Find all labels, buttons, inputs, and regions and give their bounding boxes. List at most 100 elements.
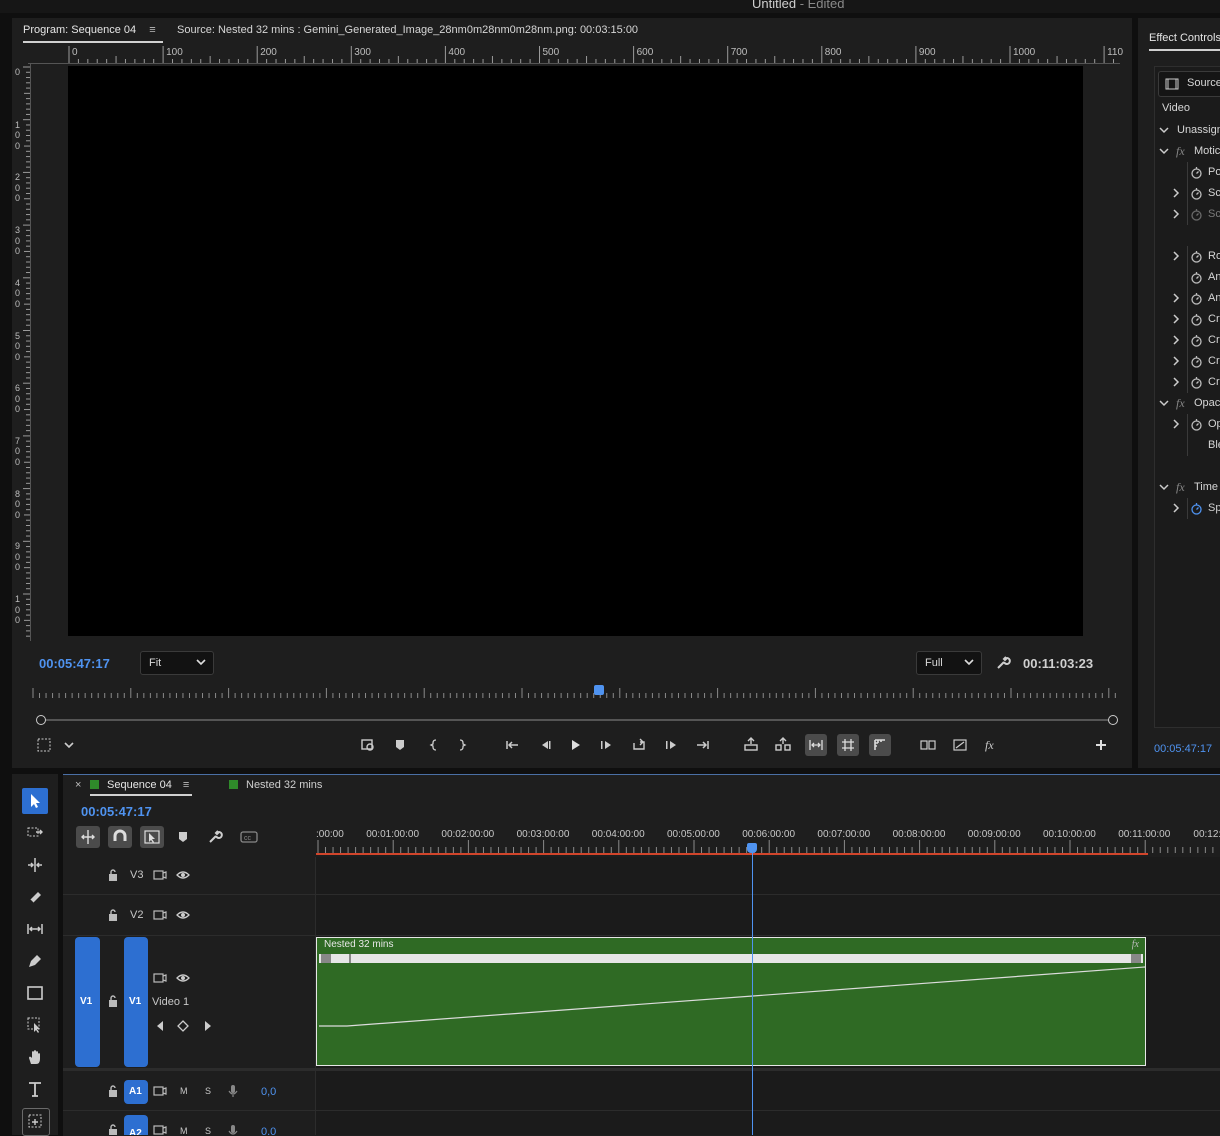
panel-menu-icon[interactable]: ≡ [183, 779, 189, 791]
selection-tool-icon[interactable] [22, 788, 48, 814]
track-label-v2[interactable]: V2 [130, 909, 143, 921]
chevron-right-icon[interactable] [1171, 377, 1181, 387]
stopwatch-icon[interactable] [1190, 418, 1203, 431]
audio-volume-value[interactable]: 0,0 [261, 1086, 276, 1098]
chevron-down-icon[interactable] [1159, 482, 1169, 492]
grid-overlay-icon[interactable] [837, 734, 859, 756]
chevron-right-icon[interactable] [1171, 251, 1181, 261]
effect-controls-tab[interactable]: Effect Controls [1149, 32, 1220, 51]
ripple-edit-tool-icon[interactable] [22, 852, 48, 878]
stopwatch-icon[interactable] [1190, 187, 1203, 200]
timeline-playhead-handle[interactable] [747, 843, 757, 853]
lock-icon[interactable] [107, 868, 119, 882]
chevron-right-icon[interactable] [1171, 419, 1181, 429]
effect-row-prop[interactable]: Cr [1155, 372, 1220, 393]
source-patch-v1[interactable]: V1 [75, 937, 100, 1067]
close-tab-icon[interactable]: × [75, 779, 81, 791]
effect-row-prop[interactable]: Sc [1155, 204, 1220, 225]
timeline-ruler[interactable]: :00:00 00:01:00:00 00:02:00:00 00:03:00:00 0… [316, 826, 1220, 856]
sync-lock-icon[interactable] [153, 1084, 167, 1098]
lock-icon[interactable] [107, 994, 119, 1008]
solo-button[interactable]: S [205, 1086, 211, 1096]
effect-row-prop[interactable]: Cr [1155, 309, 1220, 330]
chevron-right-icon[interactable] [1171, 314, 1181, 324]
slip-tool-icon[interactable] [22, 916, 48, 942]
stopwatch-icon[interactable] [1190, 292, 1203, 305]
solo-button[interactable]: S [205, 1126, 211, 1135]
monitor-playhead[interactable] [593, 685, 604, 695]
lift-icon[interactable] [740, 734, 762, 756]
stopwatch-icon[interactable] [1190, 334, 1203, 347]
safe-margins-icon[interactable] [33, 734, 55, 756]
settings-chevron-icon[interactable] [58, 734, 80, 756]
object-select-tool-icon[interactable] [22, 1012, 48, 1038]
scrollbar-right-handle[interactable] [1108, 715, 1118, 725]
next-keyframe-icon[interactable] [203, 1020, 213, 1032]
effect-row-prop[interactable]: Cr [1155, 330, 1220, 351]
nested-sequence-tab[interactable]: Nested 32 mins [229, 779, 322, 791]
track-target-a2[interactable]: A2 [124, 1115, 148, 1135]
vr-video-icon[interactable] [949, 734, 971, 756]
track-target-a1[interactable]: A1 [124, 1080, 148, 1104]
chevron-right-icon[interactable] [1171, 209, 1181, 219]
linked-selection-icon[interactable] [140, 826, 164, 848]
chevron-right-icon[interactable] [1171, 293, 1181, 303]
sync-lock-icon[interactable] [153, 1123, 167, 1135]
stopwatch-icon[interactable] [1190, 271, 1203, 284]
add-keyframe-icon[interactable] [177, 1020, 189, 1032]
stopwatch-icon[interactable] [1190, 250, 1203, 263]
panel-menu-icon[interactable]: ≡ [149, 24, 155, 36]
comparison-view-icon[interactable] [805, 734, 827, 756]
work-area-bar[interactable] [316, 853, 1148, 855]
chevron-right-icon[interactable] [1171, 188, 1181, 198]
rectangle-tool-icon[interactable] [22, 980, 48, 1006]
lock-icon[interactable] [107, 1123, 119, 1135]
stopwatch-icon[interactable] [1190, 355, 1203, 368]
effect-row-fx[interactable]: fx Opac [1155, 393, 1220, 414]
stopwatch-icon[interactable] [1190, 208, 1203, 221]
fx-toggle-icon[interactable]: fx [980, 734, 1002, 756]
generative-extend-tool-icon[interactable] [22, 1108, 50, 1136]
mute-button[interactable]: M [180, 1086, 188, 1096]
effect-row-section[interactable]: Unassign [1155, 120, 1220, 141]
chevron-down-icon[interactable] [1159, 146, 1169, 156]
stopwatch-icon[interactable] [1190, 166, 1203, 179]
effect-row-text[interactable]: Ble [1155, 435, 1220, 456]
snap-magnet-icon[interactable] [108, 826, 132, 848]
pen-tool-icon[interactable] [22, 948, 48, 974]
loop-icon[interactable] [628, 734, 650, 756]
type-tool-icon[interactable] [22, 1076, 48, 1102]
effect-row-prop[interactable]: An [1155, 288, 1220, 309]
track-target-v1[interactable]: V1 [124, 937, 148, 1067]
microphone-icon[interactable] [227, 1084, 239, 1098]
track-select-tool-icon[interactable] [22, 820, 48, 846]
chevron-down-icon[interactable] [1159, 125, 1169, 135]
step-forward-icon[interactable] [596, 734, 618, 756]
go-to-in-icon[interactable] [501, 734, 523, 756]
sync-lock-icon[interactable] [153, 868, 167, 882]
mark-in-icon[interactable] [423, 734, 445, 756]
playhead-timecode[interactable]: 00:05:47:17 [39, 656, 110, 671]
effect-row-prop[interactable]: Sp [1155, 498, 1220, 519]
add-marker-icon[interactable] [389, 734, 411, 756]
play-icon[interactable] [564, 734, 586, 756]
sync-lock-icon[interactable] [153, 971, 167, 985]
stopwatch-icon[interactable] [1190, 313, 1203, 326]
rulers-icon[interactable] [869, 734, 891, 756]
razor-tool-icon[interactable] [22, 884, 48, 910]
microphone-icon[interactable] [227, 1124, 239, 1135]
effect-row-prop[interactable]: An [1155, 267, 1220, 288]
effect-controls-timecode[interactable]: 00:05:47:17 [1154, 743, 1212, 755]
monitor-time-ruler[interactable] [30, 686, 1120, 700]
add-button-icon[interactable] [1090, 734, 1112, 756]
source-clip-selector[interactable]: Source [1158, 71, 1220, 97]
lock-icon[interactable] [107, 908, 119, 922]
track-name-v1[interactable]: Video 1 [152, 996, 189, 1008]
sequence-tab[interactable]: Sequence 04 ≡ [90, 779, 192, 796]
stopwatch-icon[interactable] [1190, 502, 1203, 515]
export-frame-icon[interactable] [357, 734, 379, 756]
chevron-down-icon[interactable] [1159, 398, 1169, 408]
chevron-right-icon[interactable] [1171, 503, 1181, 513]
speed-ramp-line[interactable] [317, 938, 1146, 1066]
eye-icon[interactable] [176, 972, 190, 984]
